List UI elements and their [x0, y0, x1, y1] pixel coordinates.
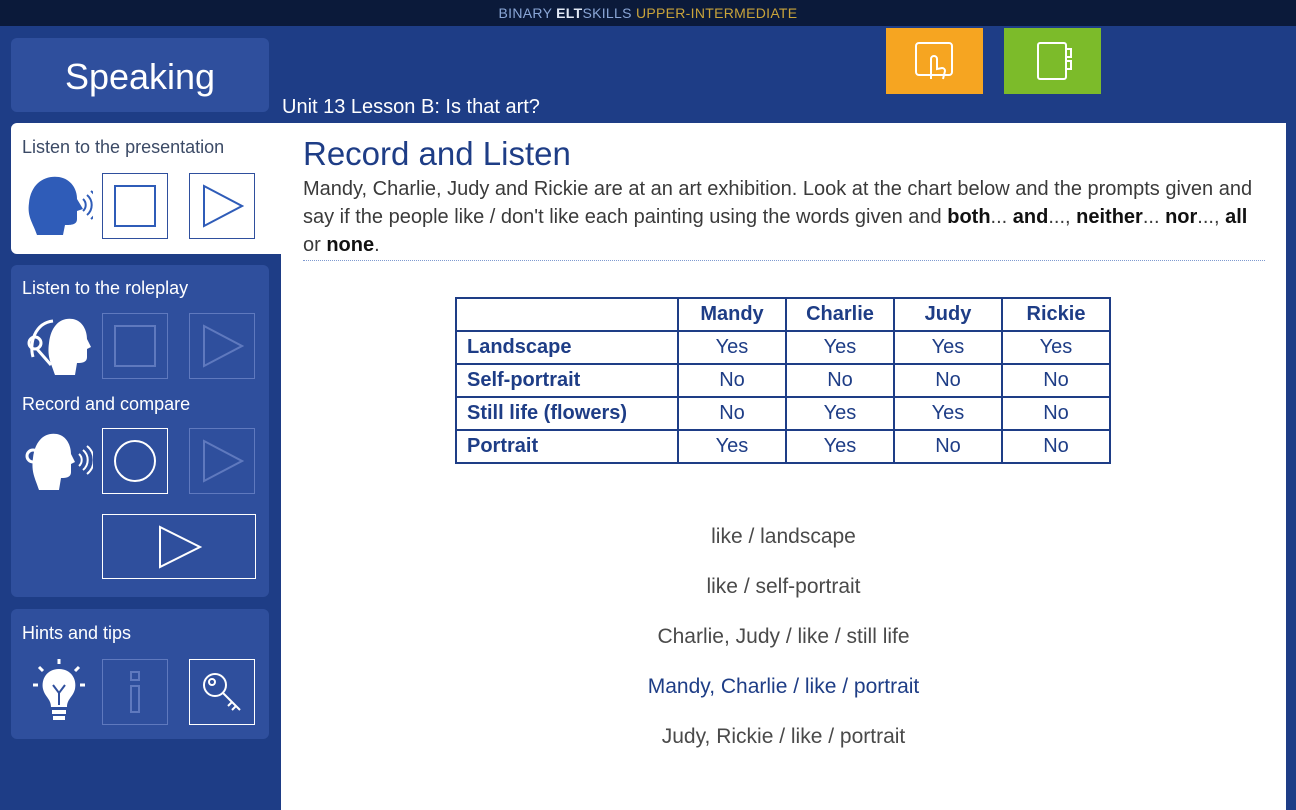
play-icon — [203, 324, 244, 368]
table-row: Portrait Yes Yes No No — [455, 429, 1111, 464]
roleplay-play-button[interactable] — [189, 313, 255, 379]
stop-icon — [114, 325, 156, 367]
table-cell: Yes — [785, 396, 895, 431]
lesson-breadcrumb: Unit 13 Lesson B: Is that art? — [282, 96, 540, 118]
record-play-button[interactable] — [189, 428, 255, 494]
table-cell: Yes — [785, 330, 895, 365]
row-header-cell: Portrait — [455, 429, 679, 464]
row-header-cell: Landscape — [455, 330, 679, 365]
table-cell: No — [677, 363, 787, 398]
table-cell: No — [893, 363, 1003, 398]
preferences-table: Mandy Charlie Judy Rickie Landscape Yes … — [455, 297, 1111, 464]
play-icon — [203, 184, 244, 228]
presentation-label: Listen to the presentation — [22, 137, 225, 157]
touch-button[interactable] — [886, 28, 983, 94]
period: . — [374, 234, 380, 256]
table-row: Landscape Yes Yes Yes Yes — [455, 330, 1111, 365]
compare-play-button[interactable] — [102, 514, 256, 579]
brand-level: UPPER-INTERMEDIATE — [635, 5, 798, 21]
table-cell: Yes — [1001, 330, 1111, 365]
headset-speaker-icon — [25, 433, 93, 490]
table-row: Self-portrait No No No No — [455, 363, 1111, 398]
record-circle-icon — [114, 440, 156, 482]
table-row: Still life (flowers) No Yes Yes No — [455, 396, 1111, 431]
speaking-head-icon — [28, 176, 93, 235]
table-cell: Yes — [677, 330, 787, 365]
table-cell: Yes — [893, 330, 1003, 365]
roleplay-stop-button[interactable] — [102, 313, 168, 379]
table-header-cell: Charlie — [785, 297, 895, 332]
roleplay-label: Listen to the roleplay — [22, 278, 189, 298]
prompt-item[interactable]: Judy, Rickie / like / portrait — [281, 725, 1286, 749]
info-icon — [130, 671, 140, 713]
word-or: or — [303, 234, 327, 256]
app-header: BINARY ELTSKILLS UPPER-INTERMEDIATE — [0, 0, 1296, 26]
keyword-none: none — [326, 234, 375, 256]
main-content: Record and Listen Mandy, Charlie, Judy a… — [281, 123, 1286, 810]
keyword-nor: nor — [1165, 206, 1198, 228]
row-header-cell: Self-portrait — [455, 363, 679, 398]
table-cell: No — [1001, 396, 1111, 431]
stop-icon — [114, 185, 156, 227]
table-header-cell: Rickie — [1001, 297, 1111, 332]
keyword-all: all — [1225, 206, 1248, 228]
presentation-play-button[interactable] — [189, 173, 255, 239]
keyword-both: both — [947, 206, 991, 228]
hints-label: Hints and tips — [22, 623, 132, 643]
brand-elt: ELT — [556, 5, 583, 21]
lightbulb-icon — [33, 659, 85, 720]
prompt-item-selected[interactable]: Mandy, Charlie / like / portrait — [281, 675, 1286, 699]
instructions: Mandy, Charlie, Judy and Rickie are at a… — [303, 175, 1253, 259]
table-cell: No — [893, 429, 1003, 464]
keyword-and: and — [1012, 206, 1049, 228]
info-button[interactable] — [102, 659, 168, 725]
hints-panel: Hints and tips — [11, 609, 269, 739]
content-title: Record and Listen — [303, 135, 571, 172]
presentation-stop-button[interactable] — [102, 173, 168, 239]
key-icon — [203, 673, 241, 711]
keyword-neither: neither — [1076, 206, 1143, 228]
prompt-item[interactable]: like / landscape — [281, 525, 1286, 549]
roleplay-panel: Listen to the roleplay Record and compar… — [11, 265, 269, 597]
ellipsis: ..., — [1197, 206, 1226, 228]
table-cell: Yes — [677, 429, 787, 464]
table-cell: No — [1001, 363, 1111, 398]
section-title: Speaking — [11, 38, 269, 112]
record-button[interactable] — [102, 428, 168, 494]
notebook-button[interactable] — [1004, 28, 1101, 94]
dotted-divider — [303, 260, 1265, 261]
row-header-cell: Still life (flowers) — [455, 396, 679, 431]
table-header-row: Mandy Charlie Judy Rickie — [455, 297, 1111, 332]
presentation-panel: Listen to the presentation — [11, 123, 281, 254]
table-cell: No — [677, 396, 787, 431]
record-label: Record and compare — [22, 394, 191, 414]
table-header-cell — [455, 297, 679, 332]
table-cell: No — [785, 363, 895, 398]
two-heads-icon — [27, 318, 91, 375]
table-cell: Yes — [785, 429, 895, 464]
touch-icon — [914, 42, 953, 80]
table-cell: No — [1001, 429, 1111, 464]
brand-binary: BINARY — [498, 5, 557, 21]
ellipsis: ... — [990, 206, 1013, 228]
play-icon — [159, 524, 202, 569]
prompt-item[interactable]: Charlie, Judy / like / still life — [281, 625, 1286, 649]
notebook-icon — [1036, 42, 1072, 80]
table-header-cell: Mandy — [677, 297, 787, 332]
prompt-item[interactable]: like / self-portrait — [281, 575, 1286, 599]
brand-skills: SKILLS — [582, 5, 636, 21]
table-header-cell: Judy — [893, 297, 1003, 332]
ellipsis: ..., — [1048, 206, 1077, 228]
answer-key-button[interactable] — [189, 659, 255, 725]
ellipsis: ... — [1142, 206, 1166, 228]
table-cell: Yes — [893, 396, 1003, 431]
play-icon — [203, 439, 244, 483]
